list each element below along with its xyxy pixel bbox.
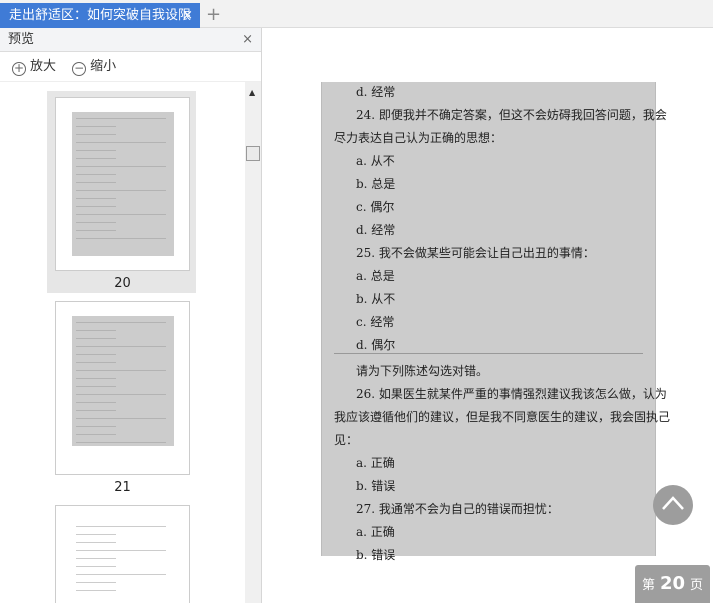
thumbnail-page-22[interactable] — [55, 505, 190, 603]
thumbnail-text-line — [76, 330, 116, 331]
thumbnail-text-line — [76, 166, 166, 167]
tab-title: 走出舒适区：如何突破自我设限 — [9, 8, 192, 23]
text-line: c. 偶尔 — [356, 200, 395, 214]
thumbnail-text-line — [76, 134, 116, 135]
preview-sidebar: 预览 × + 放大 − 缩小 20 21 ▲ — [0, 28, 262, 603]
thumbnail-text-line — [76, 526, 166, 527]
thumbnail-text-line — [76, 402, 116, 403]
thumbnail-text-line — [76, 206, 116, 207]
thumbnail-text-line — [76, 198, 116, 199]
thumbnail-text-line — [76, 590, 116, 591]
thumbnail-text-line — [76, 434, 116, 435]
thumbnail-text-line — [76, 118, 166, 119]
thumbnail-text-line — [76, 550, 166, 551]
thumbnail-text-line — [76, 410, 116, 411]
scroll-up-icon[interactable]: ▲ — [249, 88, 255, 97]
document-page: d. 经常 24. 即便我并不确定答案，但这不会妨碍我回答问题，我会尽力表达自己认… — [321, 82, 670, 562]
sidebar-title: 预览 — [8, 32, 35, 47]
thumbnail-text-line — [76, 174, 116, 175]
zoom-in-label: 放大 — [30, 59, 57, 74]
thumbnail-text-line — [76, 394, 166, 395]
text-line: b. 错误 — [356, 479, 396, 493]
text-line: 24. 即便我并不确定答案，但这不会妨碍我回答问题，我会 — [356, 108, 667, 122]
thumbnail-text-line — [76, 126, 116, 127]
thumbnail-text-line — [76, 322, 166, 323]
thumbnail-text-line — [76, 238, 166, 239]
text-line: d. 经常 — [356, 85, 396, 99]
thumbnail-text-line — [76, 542, 116, 543]
scrollbar-thumb[interactable] — [246, 146, 260, 161]
thumbnail-text-line — [76, 182, 116, 183]
text-line: b. 从不 — [356, 292, 396, 306]
thumbnail-text-line — [76, 158, 116, 159]
scrollbar[interactable]: ▲ — [245, 82, 261, 603]
thumbnail-text-line — [76, 230, 116, 231]
thumbnail-text-line — [76, 442, 166, 443]
thumbnail-page-20[interactable] — [55, 97, 190, 271]
thumbnail-text-line — [76, 370, 166, 371]
text-line: 27. 我通常不会为自己的错误而担忧： — [356, 502, 559, 516]
page-number: 20 — [659, 573, 686, 594]
thumbnail-text-line — [76, 338, 116, 339]
zoom-out-label: 缩小 — [90, 59, 117, 74]
text-line: 25. 我不会做某些可能会让自己出丑的事情： — [356, 246, 595, 260]
thumbnail-text-line — [76, 534, 116, 535]
thumbnail-text-line — [76, 222, 116, 223]
zoom-out-button[interactable]: − 缩小 — [72, 59, 122, 76]
text-line: 见： — [334, 433, 359, 447]
thumbnail-text-line — [76, 346, 166, 347]
thumbnail-page-21[interactable] — [55, 301, 190, 475]
thumbnail-text-line — [76, 354, 116, 355]
new-tab-button[interactable]: + — [206, 3, 221, 27]
thumbnail-text-line — [76, 582, 116, 583]
thumbnail-text-line — [76, 426, 116, 427]
text-line: a. 正确 — [356, 456, 395, 470]
page-indicator: 第 20 页 — [635, 565, 710, 603]
thumbnail-text-line — [76, 150, 116, 151]
text-line: d. 经常 — [356, 223, 396, 237]
text-line: 请为下列陈述勾选对错。 — [356, 364, 489, 378]
thumbnail-text-line — [76, 558, 116, 559]
thumbnail-text-line — [76, 386, 116, 387]
text-line: 26. 如果医生就某件严重的事情强烈建议我该怎么做，认为 — [356, 387, 667, 401]
text-line: d. 偶尔 — [356, 338, 396, 352]
chevron-up-icon — [662, 496, 684, 510]
text-line: a. 总是 — [356, 269, 395, 283]
text-line: c. 经常 — [356, 315, 395, 329]
scroll-to-top-button[interactable] — [653, 485, 693, 525]
text-line: a. 正确 — [356, 525, 395, 539]
document-tab[interactable]: 走出舒适区：如何突破自我设限 × — [0, 3, 200, 28]
thumbnail-text-line — [76, 418, 166, 419]
text-line: b. 错误 — [356, 548, 396, 562]
close-icon[interactable]: × — [182, 3, 193, 28]
text-line: 我应该遵循他们的建议，但是我不同意医生的建议，我会固执己 — [334, 410, 671, 424]
thumbnail-label: 20 — [114, 276, 131, 291]
thumbnail-text-line — [76, 362, 116, 363]
zoom-in-button[interactable]: + 放大 — [12, 59, 62, 76]
thumbnail-text-line — [76, 574, 166, 575]
text-line: a. 从不 — [356, 154, 395, 168]
thumbnail-text-line — [76, 566, 116, 567]
page-prefix: 第 — [641, 578, 655, 593]
close-icon[interactable]: × — [242, 28, 253, 52]
thumbnail-list: 20 21 — [0, 82, 245, 603]
zoom-out-icon: − — [72, 61, 87, 76]
thumbnail-label: 21 — [114, 480, 131, 495]
thumbnail-text-line — [76, 214, 166, 215]
divider — [334, 353, 643, 354]
tab-bar: 走出舒适区：如何突破自我设限 × + — [0, 0, 713, 28]
text-line: b. 总是 — [356, 177, 396, 191]
page-suffix: 页 — [690, 578, 704, 593]
thumbnail-text-line — [76, 378, 116, 379]
thumbnail-text-line — [76, 142, 166, 143]
zoom-in-icon: + — [12, 61, 26, 76]
text-line: 尽力表达自己认为正确的思想： — [334, 131, 503, 145]
thumbnail-text-line — [76, 190, 166, 191]
